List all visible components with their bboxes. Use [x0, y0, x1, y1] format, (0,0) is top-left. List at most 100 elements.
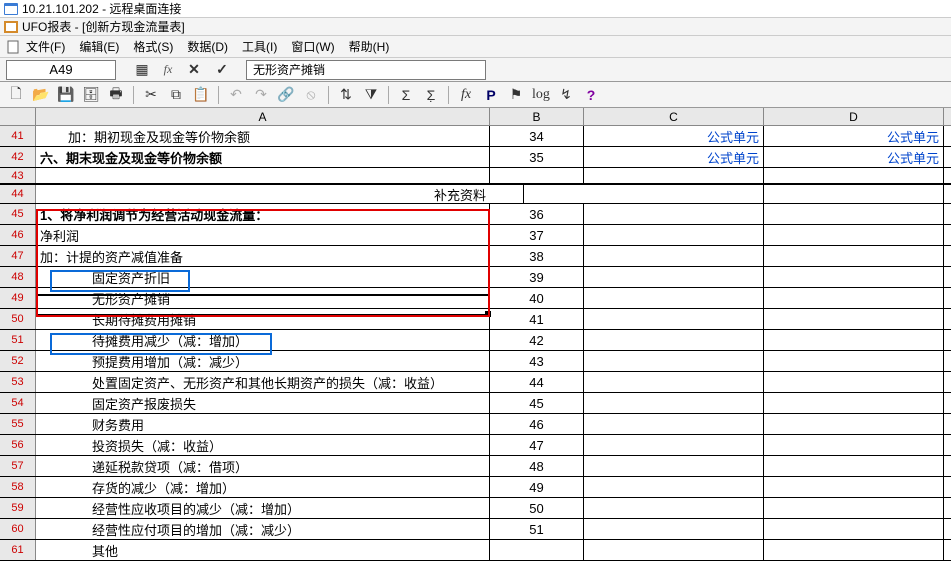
menu-data[interactable]: 数据(D): [187, 38, 228, 55]
cell[interactable]: 42: [490, 330, 584, 350]
cell[interactable]: 其他: [36, 540, 490, 560]
flag-icon[interactable]: ⚑: [506, 85, 526, 105]
cell[interactable]: [764, 309, 944, 329]
cell[interactable]: [764, 372, 944, 392]
confirm-edit-icon[interactable]: ✓: [212, 60, 232, 80]
cell[interactable]: [764, 204, 944, 224]
cell[interactable]: [584, 456, 764, 476]
colhdr-D[interactable]: D: [764, 108, 944, 125]
cell[interactable]: [584, 267, 764, 287]
colhdr-C[interactable]: C: [584, 108, 764, 125]
row-header[interactable]: 43: [0, 168, 36, 183]
cell[interactable]: [584, 477, 764, 497]
cell[interactable]: 40: [490, 288, 584, 308]
cell[interactable]: [584, 288, 764, 308]
cell[interactable]: 47: [490, 435, 584, 455]
cell[interactable]: 39: [490, 267, 584, 287]
cell[interactable]: 35: [490, 147, 584, 167]
cell[interactable]: [764, 456, 944, 476]
cell[interactable]: 递延税款贷项（减：借项）: [36, 456, 490, 476]
row-header[interactable]: 42: [0, 147, 36, 167]
cell[interactable]: [490, 540, 584, 560]
sheet-icon[interactable]: ▦: [132, 60, 152, 80]
filter-icon[interactable]: ⧩: [361, 85, 381, 105]
cell[interactable]: 51: [490, 519, 584, 539]
cell[interactable]: 36: [490, 204, 584, 224]
colhdr-B[interactable]: B: [490, 108, 584, 125]
cell-reference-box[interactable]: A49: [6, 60, 116, 80]
cell[interactable]: [584, 498, 764, 518]
cell[interactable]: 净利润: [36, 225, 490, 245]
cell[interactable]: [764, 519, 944, 539]
cell[interactable]: 六、期末现金及现金等价物余额: [36, 147, 490, 167]
cell[interactable]: 公式单元: [584, 147, 764, 167]
cell[interactable]: [584, 168, 764, 183]
cell[interactable]: 43: [490, 351, 584, 371]
cell[interactable]: [584, 372, 764, 392]
menu-tools[interactable]: 工具(I): [242, 38, 277, 55]
print-icon[interactable]: 🖶: [106, 85, 126, 105]
row-header[interactable]: 48: [0, 267, 36, 287]
cell[interactable]: [584, 204, 764, 224]
cell[interactable]: 长期待摊费用摊销: [36, 309, 490, 329]
menu-file[interactable]: 文件(F): [26, 38, 65, 55]
row-header[interactable]: 54: [0, 393, 36, 413]
help-icon[interactable]: ?: [581, 85, 601, 105]
cell[interactable]: 49: [490, 477, 584, 497]
cell[interactable]: 41: [490, 309, 584, 329]
cell[interactable]: 经营性应收项目的减少（减：增加）: [36, 498, 490, 518]
cell[interactable]: 加：期初现金及现金等价物余额: [36, 126, 490, 146]
cell[interactable]: 投资损失（减：收益）: [36, 435, 490, 455]
new-icon[interactable]: 🗋: [6, 85, 26, 105]
row-header[interactable]: 53: [0, 372, 36, 392]
cell[interactable]: [36, 185, 490, 203]
menu-format[interactable]: 格式(S): [133, 38, 173, 55]
copy-icon[interactable]: ⧉: [166, 85, 186, 105]
cell[interactable]: [584, 330, 764, 350]
row-header[interactable]: 55: [0, 414, 36, 434]
fx-icon[interactable]: fx: [160, 62, 176, 78]
cell[interactable]: [764, 393, 944, 413]
cell[interactable]: [764, 225, 944, 245]
cell[interactable]: 预提费用增加（减：减少）: [36, 351, 490, 371]
cell[interactable]: [584, 393, 764, 413]
cell[interactable]: 处置固定资产、无形资产和其他长期资产的损失（减：收益）: [36, 372, 490, 392]
row-header[interactable]: 57: [0, 456, 36, 476]
row-header[interactable]: 44: [0, 185, 36, 203]
cell[interactable]: [584, 185, 764, 203]
cell[interactable]: 固定资产报废损失: [36, 393, 490, 413]
cell[interactable]: 34: [490, 126, 584, 146]
cell[interactable]: [764, 267, 944, 287]
cell[interactable]: [584, 309, 764, 329]
cell[interactable]: 1、将净利润调节为经营活动现金流量：: [36, 204, 490, 224]
cell[interactable]: [764, 246, 944, 266]
cell[interactable]: 补充资料: [430, 185, 524, 203]
cell[interactable]: [584, 351, 764, 371]
cell[interactable]: 50: [490, 498, 584, 518]
row-header[interactable]: 60: [0, 519, 36, 539]
row-header[interactable]: 58: [0, 477, 36, 497]
row-header[interactable]: 59: [0, 498, 36, 518]
arrow-icon[interactable]: ↯: [556, 85, 576, 105]
cell[interactable]: [764, 540, 944, 560]
cell[interactable]: 公式单元: [764, 147, 944, 167]
redo-icon[interactable]: ↷: [251, 85, 271, 105]
cell[interactable]: 48: [490, 456, 584, 476]
cell[interactable]: [584, 225, 764, 245]
cell[interactable]: [584, 519, 764, 539]
cancel-edit-icon[interactable]: ✕: [184, 60, 204, 80]
menu-edit[interactable]: 编辑(E): [79, 38, 119, 55]
cell[interactable]: [584, 414, 764, 434]
cell[interactable]: [584, 246, 764, 266]
cut-icon[interactable]: ✂: [141, 85, 161, 105]
cell[interactable]: 存货的减少（减：增加）: [36, 477, 490, 497]
row-header[interactable]: 49: [0, 288, 36, 308]
cell[interactable]: [764, 435, 944, 455]
cell[interactable]: [764, 185, 944, 203]
cell[interactable]: [584, 435, 764, 455]
cell[interactable]: 经营性应付项目的增加（减：减少）: [36, 519, 490, 539]
cell[interactable]: [764, 414, 944, 434]
open-icon[interactable]: 📂: [31, 85, 51, 105]
cell[interactable]: [764, 288, 944, 308]
saveall-icon[interactable]: 🗄: [81, 85, 101, 105]
